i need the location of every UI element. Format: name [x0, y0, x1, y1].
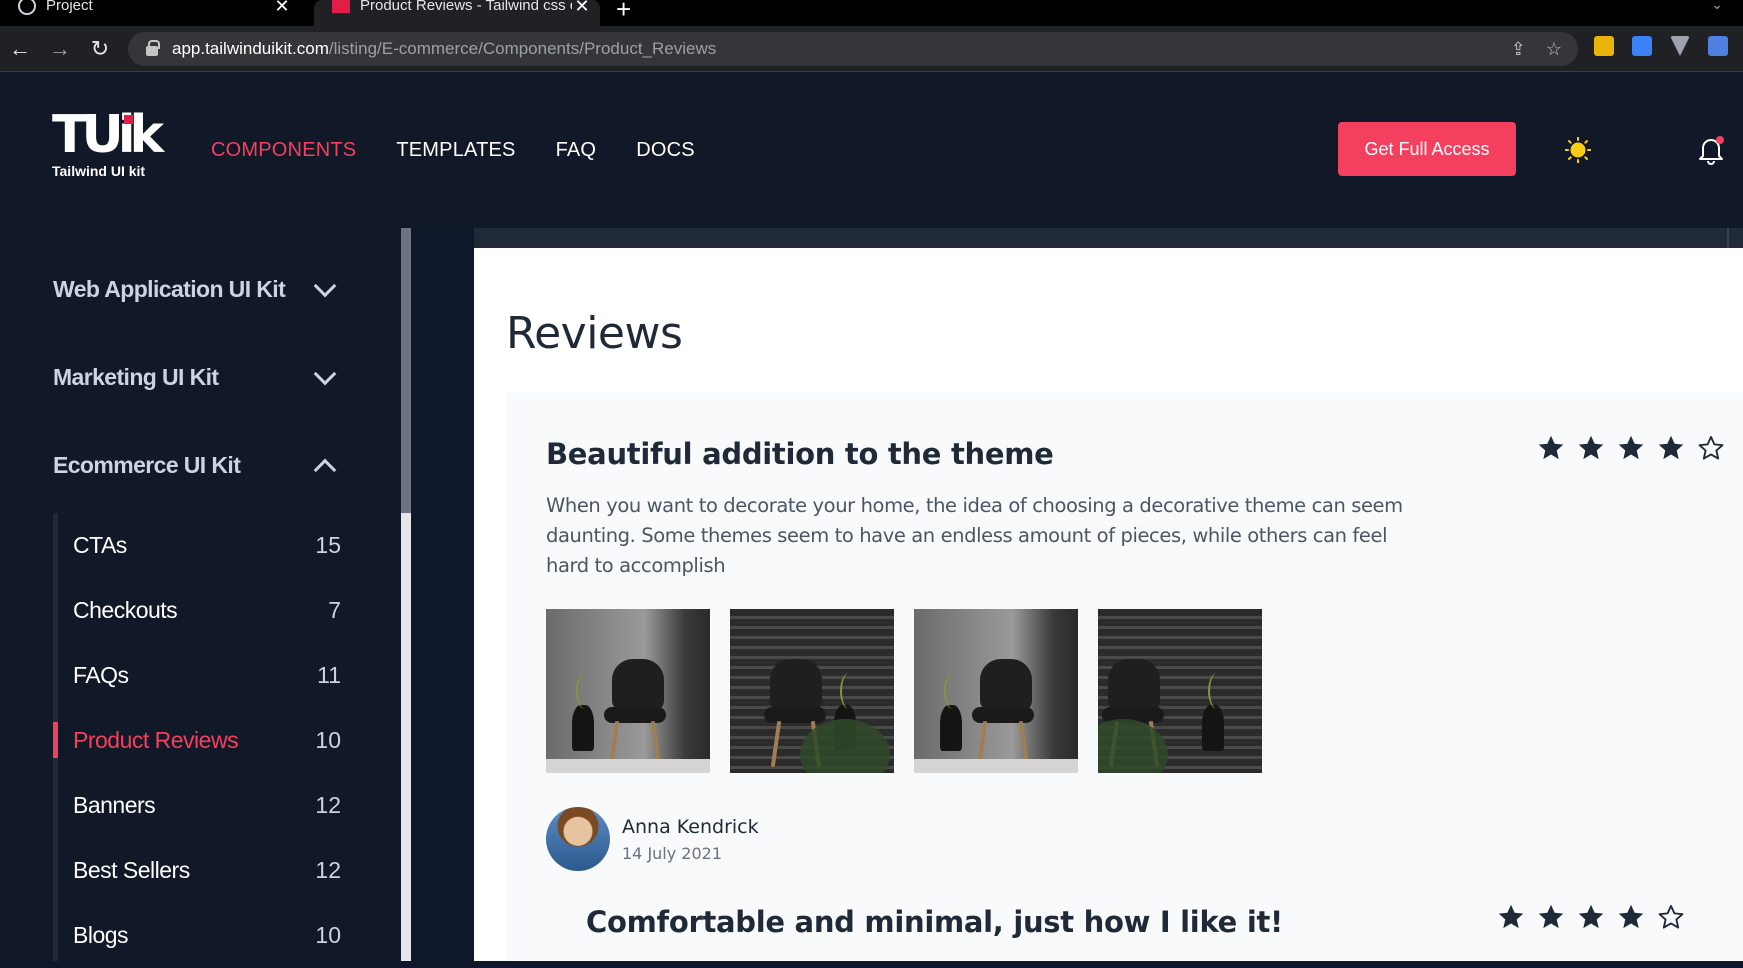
kit-label: Web Application UI Kit [53, 276, 286, 302]
globe-icon [18, 0, 36, 15]
star-filled-icon [1618, 435, 1644, 460]
nav-components[interactable]: COMPONENTS [211, 139, 356, 162]
ecommerce-component-list: CTAs 15 Checkouts 7 FAQs 11 Product Revi… [53, 513, 353, 961]
extension-icon[interactable] [1632, 36, 1652, 56]
sidebar-item-count: 11 [317, 662, 341, 688]
sidebar-item-checkouts[interactable]: Checkouts 7 [58, 578, 353, 643]
sidebar-kit-web-application[interactable]: Web Application UI Kit [53, 274, 343, 303]
browser-tab-product-reviews[interactable]: Product Reviews - Tailwind css co ✕ [314, 0, 600, 26]
browser-tab-bar: Project ✕ Product Reviews - Tailwind css… [0, 0, 1743, 26]
main-nav: COMPONENTS TEMPLATES FAQ DOCS [211, 139, 695, 162]
reload-icon[interactable]: ↻ [80, 36, 120, 62]
sidebar-item-label: Banners [73, 792, 156, 818]
sidebar-item-count: 10 [315, 727, 341, 753]
review-title: Comfortable and minimal, just how I like… [586, 905, 1283, 939]
sidebar-item-label: FAQs [73, 662, 129, 688]
review-photo[interactable] [914, 609, 1078, 773]
review-photo[interactable] [546, 609, 710, 773]
star-filled-icon [1538, 904, 1564, 929]
review-author: Anna Kendrick 14 July 2021 [546, 807, 759, 871]
bell-icon[interactable] [1697, 135, 1725, 165]
preview-frame-edge [1727, 228, 1729, 248]
preview-frame-toolbar [474, 228, 1743, 248]
review-card: Beautiful addition to the theme When you… [506, 393, 1743, 961]
star-rating [1537, 434, 1725, 462]
translate-extension-icon[interactable] [1708, 36, 1728, 56]
star-rating [1497, 903, 1685, 931]
browser-tab-project[interactable]: Project ✕ [0, 0, 300, 26]
star-filled-icon [1618, 904, 1644, 929]
sidebar-item-faqs[interactable]: FAQs 11 [58, 643, 353, 708]
sidebar-item-count: 15 [315, 532, 341, 558]
logo-mark: TUik [52, 105, 164, 165]
share-icon[interactable]: ⇪ [1511, 39, 1526, 60]
sidebar-scrollbar-thumb[interactable] [401, 228, 411, 513]
star-filled-icon [1578, 904, 1604, 929]
get-full-access-button[interactable]: Get Full Access [1338, 122, 1516, 176]
review-photos [546, 609, 1262, 773]
page-title: Reviews [506, 308, 683, 359]
site-header: TUik Tailwind UI kit COMPONENTS TEMPLATE… [0, 73, 1743, 227]
nav-docs[interactable]: DOCS [636, 139, 695, 162]
sidebar-item-label: Best Sellers [73, 857, 190, 883]
url-host: app.tailwinduikit.com [172, 39, 329, 58]
close-icon[interactable]: ✕ [272, 0, 292, 17]
sidebar-item-count: 12 [315, 857, 341, 883]
url-path: /listing/E-commerce/Components/Product_R… [328, 39, 717, 58]
chevron-down-icon [313, 274, 337, 297]
browser-toolbar: ← → ↻ app.tailwinduikit.com /listing/E-c… [0, 26, 1743, 72]
review-photo[interactable] [730, 609, 894, 773]
sidebar-item-blogs[interactable]: Blogs 10 [58, 903, 353, 968]
sidebar-kit-ecommerce[interactable]: Ecommerce UI Kit [53, 452, 343, 481]
chevron-down-icon[interactable]: ⌄ [1711, 0, 1723, 13]
star-outline-icon [1658, 904, 1684, 929]
review-date: 14 July 2021 [622, 843, 723, 863]
back-arrow-icon[interactable]: ← [0, 36, 40, 62]
sidebar-item-count: 7 [328, 597, 341, 623]
kit-label: Marketing UI Kit [53, 364, 219, 390]
star-filled-icon [1578, 435, 1604, 460]
sidebar-item-count: 12 [315, 792, 341, 818]
sidebar-item-best-sellers[interactable]: Best Sellers 12 [58, 838, 353, 903]
review-title: Beautiful addition to the theme [546, 437, 1054, 471]
sidebar-kit-marketing[interactable]: Marketing UI Kit [53, 362, 343, 391]
avatar [546, 807, 610, 871]
sidebar-item-count: 10 [315, 922, 341, 948]
star-outline-icon [1698, 435, 1724, 460]
review-body: When you want to decorate your home, the… [546, 494, 1403, 577]
star-filled-icon [1538, 435, 1564, 460]
site-logo[interactable]: TUik Tailwind UI kit [52, 105, 164, 179]
sun-icon[interactable] [1565, 137, 1591, 163]
chevron-down-icon [313, 362, 337, 385]
sidebar-item-banners[interactable]: Banners 12 [58, 773, 353, 838]
sidebar-item-label: CTAs [73, 532, 127, 558]
nav-faq[interactable]: FAQ [556, 139, 597, 162]
new-tab-button[interactable]: + [616, 0, 631, 25]
review-photo[interactable] [1098, 609, 1262, 773]
sidebar-item-label: Checkouts [73, 597, 178, 623]
extension-icon[interactable] [1670, 36, 1690, 56]
tab-title: Product Reviews - Tailwind css co [360, 0, 572, 14]
extension-icon[interactable] [1594, 36, 1614, 56]
address-bar[interactable]: app.tailwinduikit.com /listing/E-commerc… [128, 32, 1578, 66]
star-filled-icon [1658, 435, 1684, 460]
component-preview: Reviews Beautiful addition to the theme … [474, 248, 1743, 961]
bookmark-star-icon[interactable]: ☆ [1546, 39, 1562, 60]
author-name: Anna Kendrick [622, 815, 759, 838]
close-icon[interactable]: ✕ [572, 0, 592, 17]
nav-templates[interactable]: TEMPLATES [396, 139, 515, 162]
tab-title: Project [46, 0, 93, 14]
forward-arrow-icon[interactable]: → [40, 36, 80, 62]
star-filled-icon [1498, 904, 1524, 929]
sidebar-item-label: Blogs [73, 922, 129, 948]
sidebar-item-product-reviews[interactable]: Product Reviews 10 [53, 708, 353, 773]
sidebar-item-ctas[interactable]: CTAs 15 [58, 513, 353, 578]
lock-icon[interactable] [146, 40, 160, 56]
sidebar-item-label: Product Reviews [73, 727, 239, 753]
tuik-favicon-icon [332, 0, 350, 13]
logo-subtitle: Tailwind UI kit [52, 163, 146, 179]
chevron-up-icon [313, 458, 337, 481]
kit-label: Ecommerce UI Kit [53, 452, 241, 478]
